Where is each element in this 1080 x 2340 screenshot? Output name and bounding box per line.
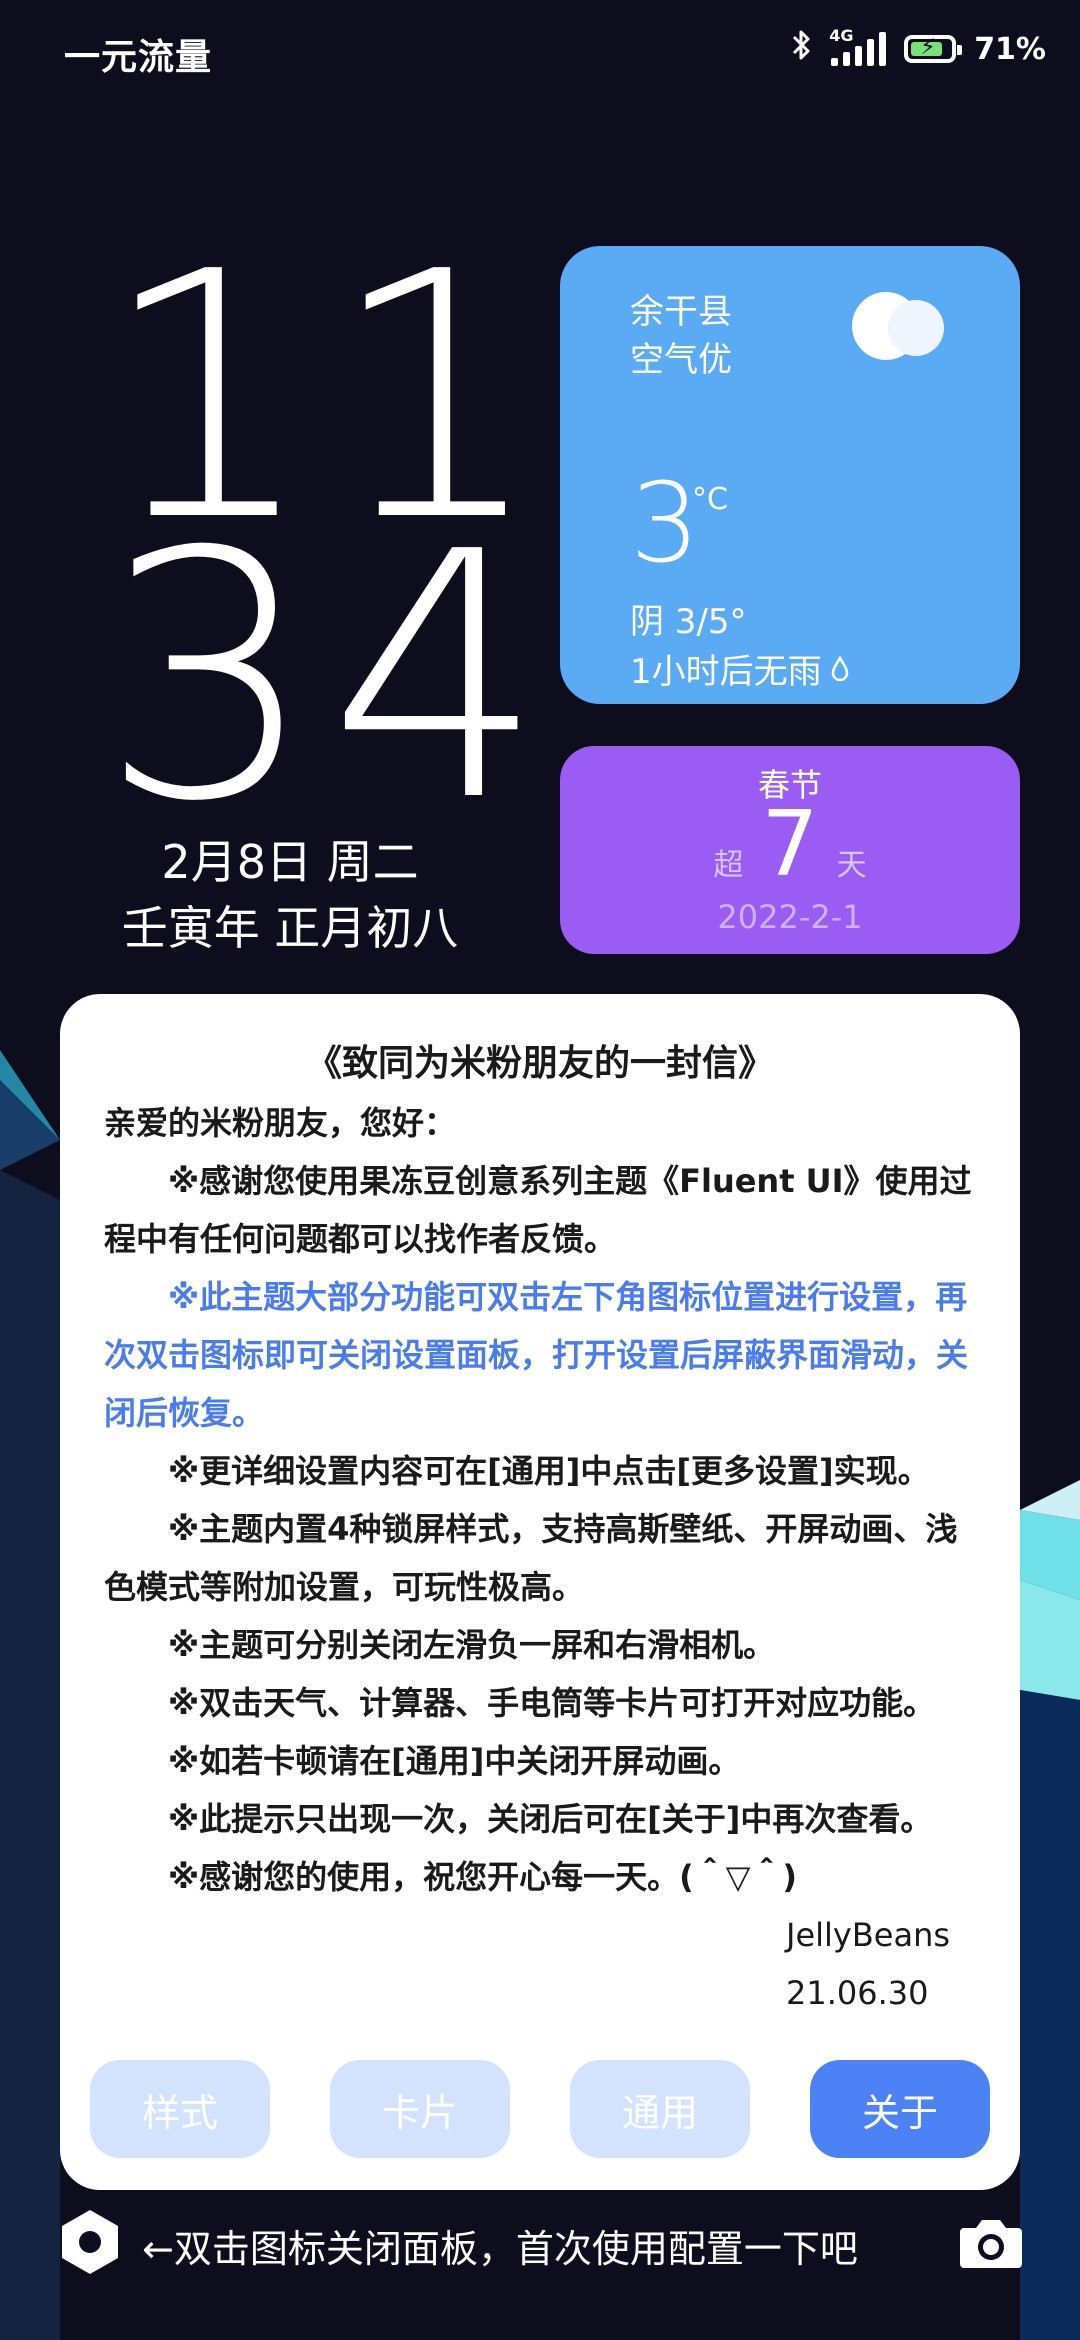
weather-condition: 阴 3/5° bbox=[630, 602, 747, 642]
letter-paragraph: ※主题内置4种锁屏样式，支持高斯壁纸、开屏动画、浅色模式等附加设置，可玩性极高。 bbox=[104, 1510, 958, 1606]
camera-icon[interactable] bbox=[958, 2214, 1024, 2270]
welcome-letter-panel: 《致同为米粉朋友的一封信》 亲爱的米粉朋友，您好： ※感谢您使用果冻豆创意系列主… bbox=[60, 994, 1020, 2190]
weather-forecast-row: 1小时后无雨 bbox=[630, 644, 850, 693]
network-type: 4G bbox=[829, 26, 854, 45]
letter-author: JellyBeans bbox=[786, 1916, 951, 1954]
style-button[interactable]: 样式 bbox=[90, 2060, 270, 2158]
raindrop-icon bbox=[831, 654, 848, 681]
temperature-value: 3 bbox=[630, 459, 700, 587]
letter-paragraph: ※更详细设置内容可在[通用]中点击[更多设置]实现。 bbox=[168, 1452, 930, 1490]
letter-greeting: 亲爱的米粉朋友，您好： bbox=[104, 1104, 457, 1142]
letter-paragraph: ※双击天气、计算器、手电筒等卡片可打开对应功能。 bbox=[168, 1684, 936, 1722]
letter-paragraph-highlight: ※此主题大部分功能可双击左下角图标位置进行设置，再次双击图标即可关闭设置面板，打… bbox=[104, 1278, 969, 1432]
bluetooth-icon bbox=[791, 28, 813, 70]
festival-date: 2022-2-1 bbox=[717, 898, 863, 936]
countdown-row: 超 7 天 bbox=[560, 800, 1020, 890]
general-button[interactable]: 通用 bbox=[570, 2060, 750, 2158]
weather-forecast: 1小时后无雨 bbox=[630, 652, 822, 692]
letter-body: 亲爱的米粉朋友，您好： ※感谢您使用果冻豆创意系列主题《Fluent UI》使用… bbox=[104, 1094, 984, 2022]
weather-card[interactable]: 余干县 空气优 3 °C 阴 3/5° 1小时后无雨 bbox=[560, 246, 1020, 704]
temperature-unit: °C bbox=[692, 482, 728, 517]
date-text: 2月8日 周二 bbox=[161, 835, 419, 889]
battery-icon: ⚡ bbox=[904, 35, 963, 63]
letter-paragraph: ※感谢您的使用，祝您开心每一天。(＾▽＾) bbox=[168, 1858, 797, 1896]
status-icons: 4G ⚡ 71% bbox=[791, 26, 1046, 70]
cloud-icon bbox=[852, 292, 944, 360]
letter-date: 21.06.30 bbox=[786, 1974, 929, 2012]
air-quality: 空气优 bbox=[630, 340, 732, 380]
letter-paragraph: ※此提示只出现一次，关闭后可在[关于]中再次查看。 bbox=[168, 1800, 933, 1838]
countdown-days: 7 bbox=[761, 792, 819, 897]
carrier-label: 一元流量 bbox=[64, 37, 213, 78]
letter-paragraph: ※如若卡顿请在[通用]中关闭开屏动画。 bbox=[168, 1742, 741, 1780]
letter-paragraph: ※感谢您使用果冻豆创意系列主题《Fluent UI》使用过程中有任何问题都可以找… bbox=[104, 1162, 972, 1258]
lunar-date-text: 壬寅年 正月初八 bbox=[121, 901, 459, 955]
hexagon-settings-icon[interactable] bbox=[60, 2208, 120, 2276]
signal-icon: 4G bbox=[829, 26, 887, 66]
countdown-prefix: 超 bbox=[713, 848, 744, 883]
festival-countdown-card[interactable]: 春节 超 7 天 2022-2-1 bbox=[560, 746, 1020, 954]
bottom-hint-text: ←双击图标关闭面板，首次使用配置一下吧 bbox=[142, 2227, 858, 2271]
about-button[interactable]: 关于 bbox=[810, 2060, 990, 2158]
card-button[interactable]: 卡片 bbox=[330, 2060, 510, 2158]
clock-minutes: 34 bbox=[100, 480, 557, 876]
letter-paragraph: ※主题可分别关闭左滑负一屏和右滑相机。 bbox=[168, 1626, 776, 1664]
countdown-suffix: 天 bbox=[836, 848, 867, 883]
battery-percent: 71% bbox=[974, 31, 1046, 67]
weather-location: 余干县 bbox=[630, 292, 732, 332]
letter-title: 《致同为米粉朋友的一封信》 bbox=[305, 1043, 774, 1084]
